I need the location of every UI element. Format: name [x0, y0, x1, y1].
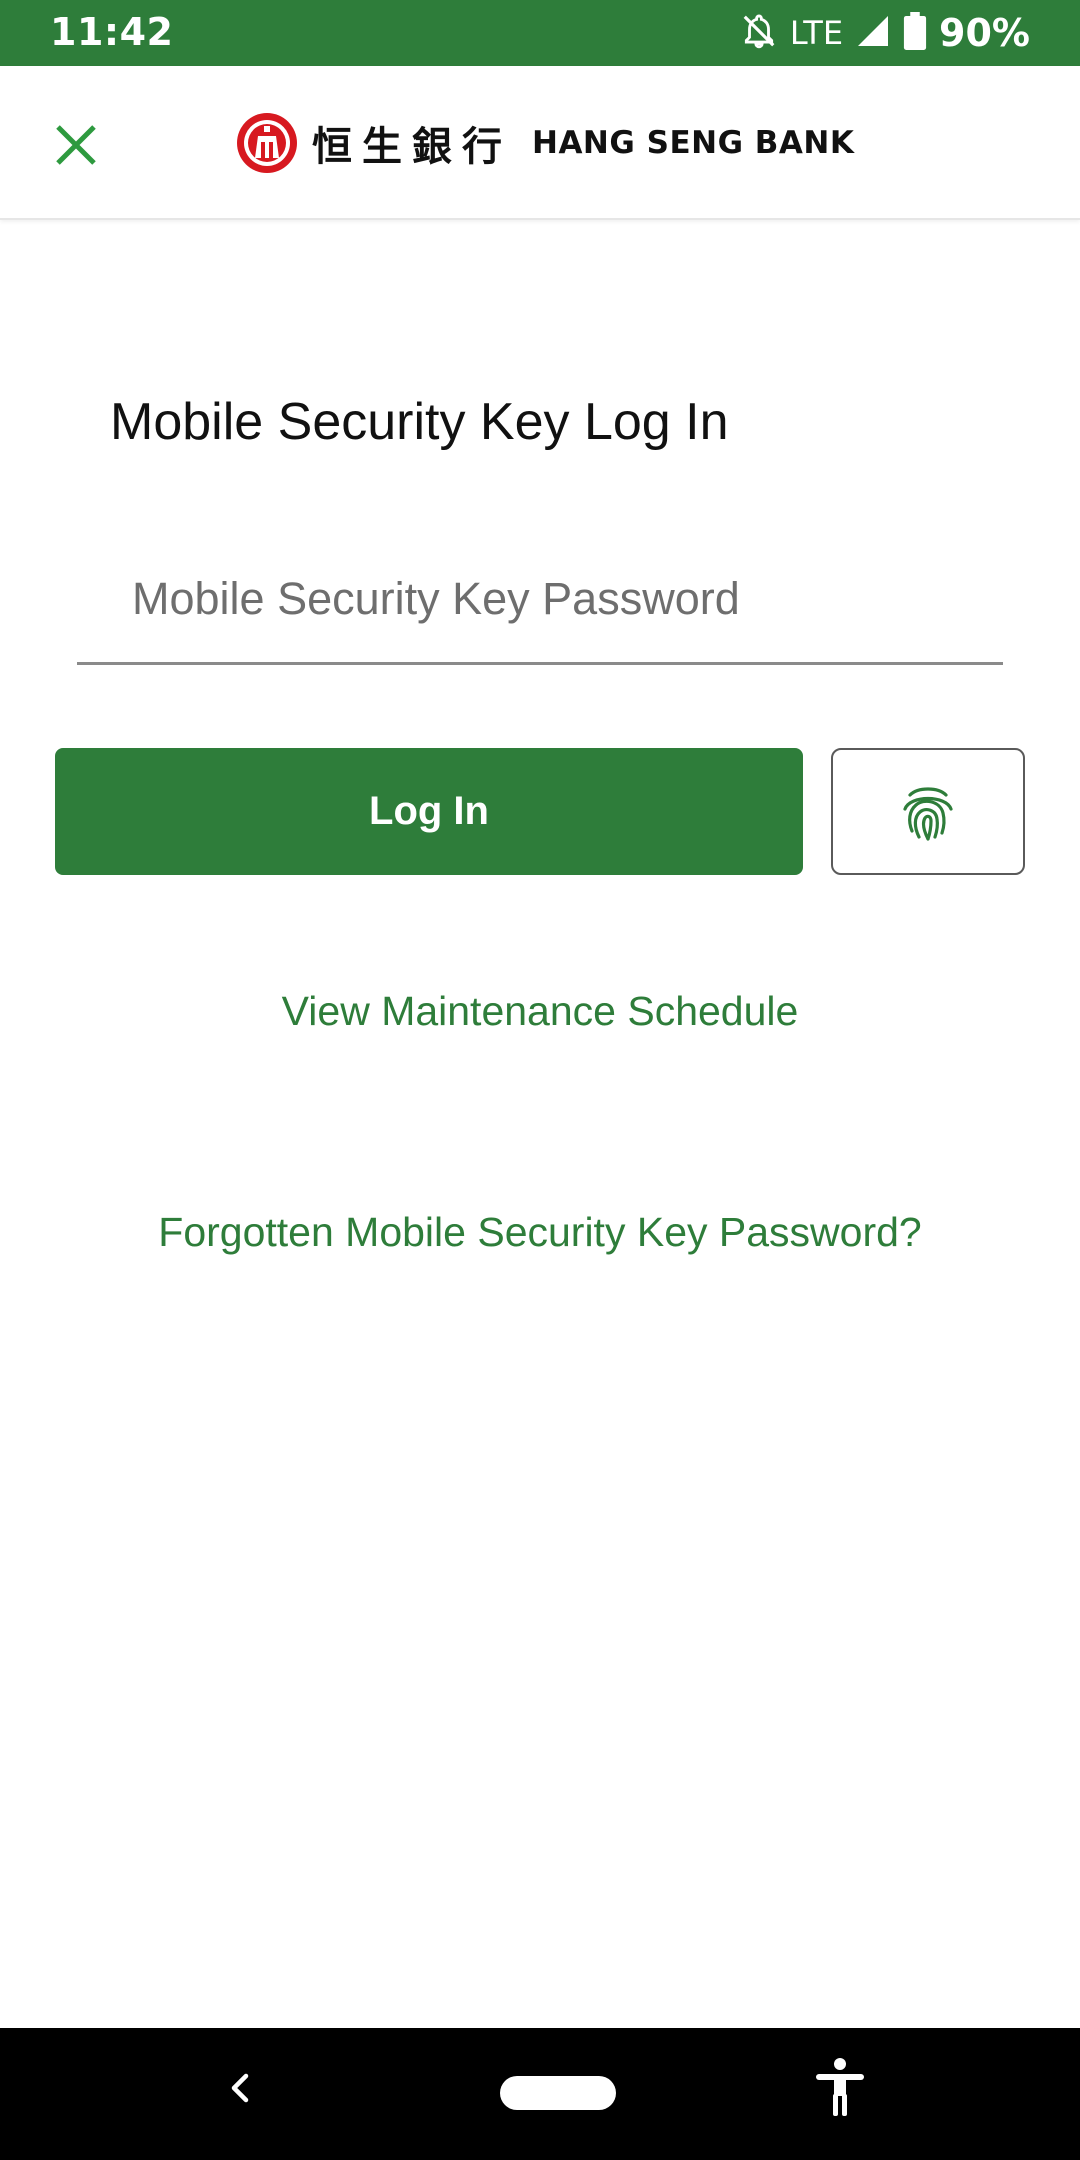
close-icon	[56, 125, 96, 165]
accessibility-icon	[816, 2058, 864, 2116]
screen: 11:42 LTE 90% 恒生銀行 HANG SENG BANK Mobile…	[0, 0, 1080, 2160]
brand-logo: 恒生銀行 HANG SENG BANK	[236, 110, 854, 176]
forgot-password-link[interactable]: Forgotten Mobile Security Key Password?	[0, 1209, 1080, 1256]
network-type: LTE	[789, 14, 844, 52]
page-title: Mobile Security Key Log In	[110, 393, 729, 451]
accessibility-button[interactable]	[810, 2054, 870, 2120]
status-bar: 11:42 LTE 90%	[0, 0, 1080, 66]
system-nav-bar	[0, 2028, 1080, 2160]
back-icon	[231, 2073, 249, 2103]
battery-percent: 90%	[939, 11, 1030, 55]
status-icons: LTE 90%	[740, 8, 1030, 58]
login-button[interactable]: Log In	[55, 748, 803, 875]
signal-icon	[855, 13, 891, 54]
fingerprint-icon	[903, 786, 953, 841]
fingerprint-login-button[interactable]	[831, 748, 1025, 875]
back-button[interactable]	[210, 2058, 270, 2118]
close-button[interactable]	[44, 113, 108, 177]
notifications-off-icon	[740, 12, 778, 55]
password-input[interactable]	[132, 554, 982, 644]
app-bar: 恒生銀行 HANG SENG BANK	[0, 66, 1080, 220]
view-maintenance-schedule-link[interactable]: View Maintenance Schedule	[0, 988, 1080, 1035]
home-pill[interactable]	[500, 2076, 616, 2110]
password-field[interactable]	[77, 540, 1003, 665]
battery-icon	[903, 11, 927, 55]
brand-english-name: HANG SENG BANK	[532, 125, 855, 161]
brand-chinese-name: 恒生銀行	[312, 123, 512, 170]
hang-seng-logo	[237, 113, 297, 173]
status-time: 11:42	[50, 10, 174, 54]
